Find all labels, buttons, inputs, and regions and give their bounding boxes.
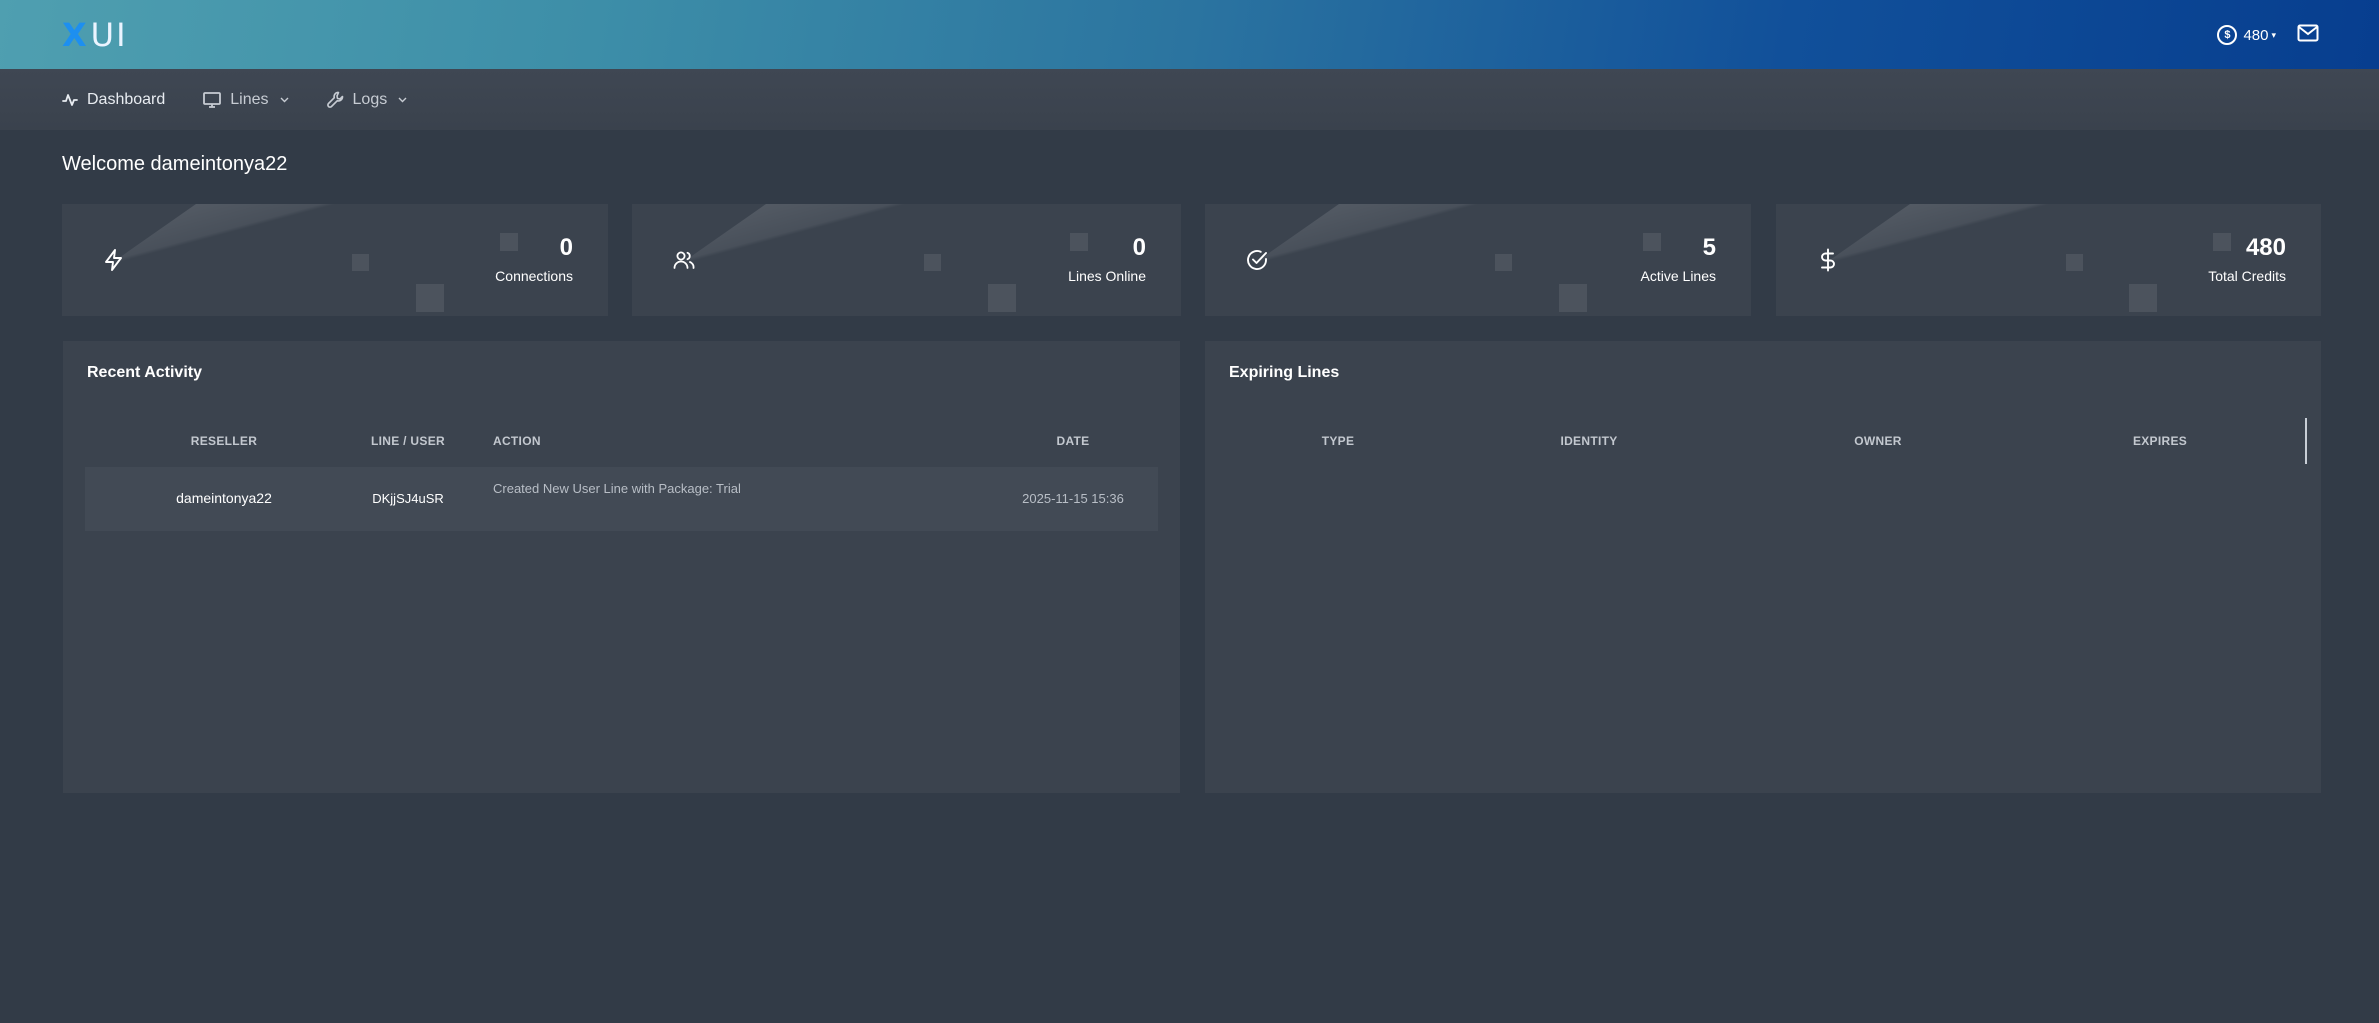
column-header[interactable]: DATE <box>1018 434 1128 448</box>
panel-title: Expiring Lines <box>1229 364 1340 381</box>
nav-lines[interactable]: Lines <box>203 90 289 109</box>
stat-card-connections[interactable]: 0 Connections <box>62 204 608 316</box>
nav-lines-label: Lines <box>230 90 269 108</box>
card-decoration <box>2129 284 2157 312</box>
main-nav: Dashboard Lines Logs <box>0 69 2379 130</box>
nav-dashboard-label: Dashboard <box>87 90 166 108</box>
chevron-down-icon <box>280 97 289 102</box>
chevron-down-icon <box>398 97 407 102</box>
monitor-icon <box>203 91 222 108</box>
card-decoration <box>2066 254 2083 271</box>
mail-icon[interactable] <box>2297 24 2319 42</box>
chevron-down-icon: ▾ <box>2271 29 2276 40</box>
expiring-lines-panel: Expiring Lines TYPE IDENTITY OWNER EXPIR… <box>1205 341 2321 793</box>
coin-icon: $ <box>2217 25 2238 45</box>
card-decoration <box>500 233 518 251</box>
credits-count: 480 <box>2243 26 2269 44</box>
action-cell: Created New User Line with Package: Tria… <box>493 481 741 496</box>
card-decoration <box>416 284 444 312</box>
nav-dashboard[interactable]: Dashboard <box>62 91 165 109</box>
reseller-cell: dameintonya22 <box>176 490 272 506</box>
table-row[interactable]: dameintonya22 DKjjSJ4uSR Created New Use… <box>85 467 1158 531</box>
stat-value: 0 <box>559 234 573 261</box>
logo-text: UI <box>90 16 128 54</box>
card-decoration <box>924 254 941 271</box>
stat-label: Lines Online <box>1068 268 1146 284</box>
users-icon <box>673 251 695 269</box>
column-header[interactable]: EXPIRES <box>2105 434 2215 448</box>
dollar-icon <box>1821 248 1835 272</box>
nav-logs-label: Logs <box>352 90 388 108</box>
column-header[interactable]: ACTION <box>493 434 541 448</box>
column-header[interactable]: IDENTITY <box>1534 434 1644 448</box>
activity-icon <box>62 93 78 106</box>
stat-card-active-lines[interactable]: 5 Active Lines <box>1205 204 1751 316</box>
welcome-heading: Welcome dameintonya22 <box>62 153 288 175</box>
column-header[interactable]: TYPE <box>1283 434 1393 448</box>
stat-label: Connections <box>495 268 573 284</box>
stat-value: 480 <box>2245 234 2286 261</box>
column-header[interactable]: RESELLER <box>169 434 279 448</box>
card-decoration <box>1495 254 1512 271</box>
logo-mark: X <box>62 16 89 54</box>
stat-label: Total Credits <box>2208 268 2286 284</box>
nav-logs[interactable]: Logs <box>326 90 408 109</box>
stat-card-lines-online[interactable]: 0 Lines Online <box>632 204 1181 316</box>
scrollbar[interactable] <box>2305 418 2307 464</box>
stat-card-total-credits[interactable]: 480 Total Credits <box>1776 204 2321 316</box>
recent-activity-panel: Recent Activity RESELLER LINE / USER ACT… <box>63 341 1180 793</box>
column-header[interactable]: LINE / USER <box>353 434 463 448</box>
date-cell: 2025-11-15 15:36 <box>1022 491 1124 506</box>
bolt-icon <box>105 249 122 271</box>
stat-value: 0 <box>1132 234 1146 261</box>
stat-value: 5 <box>1702 234 1716 261</box>
card-decoration <box>1814 204 2134 283</box>
line-user-cell: DKjjSJ4uSR <box>372 491 444 506</box>
card-decoration <box>2213 233 2231 251</box>
card-decoration <box>1070 233 1088 251</box>
card-decoration <box>1643 233 1661 251</box>
card-decoration <box>352 254 369 271</box>
top-header: X UI $ 480 ▾ <box>0 0 2379 69</box>
card-decoration <box>1243 204 1563 283</box>
brand-logo[interactable]: X UI <box>62 17 128 53</box>
card-decoration <box>988 284 1016 312</box>
credits-dropdown[interactable]: $ 480 ▾ <box>2217 24 2276 46</box>
card-decoration <box>100 204 420 283</box>
stat-label: Active Lines <box>1640 268 1716 284</box>
panel-title: Recent Activity <box>87 364 202 381</box>
card-decoration <box>670 204 990 283</box>
column-header[interactable]: OWNER <box>1823 434 1933 448</box>
card-decoration <box>1559 284 1587 312</box>
wrench-icon <box>326 91 343 108</box>
check-circle-icon <box>1247 250 1267 270</box>
